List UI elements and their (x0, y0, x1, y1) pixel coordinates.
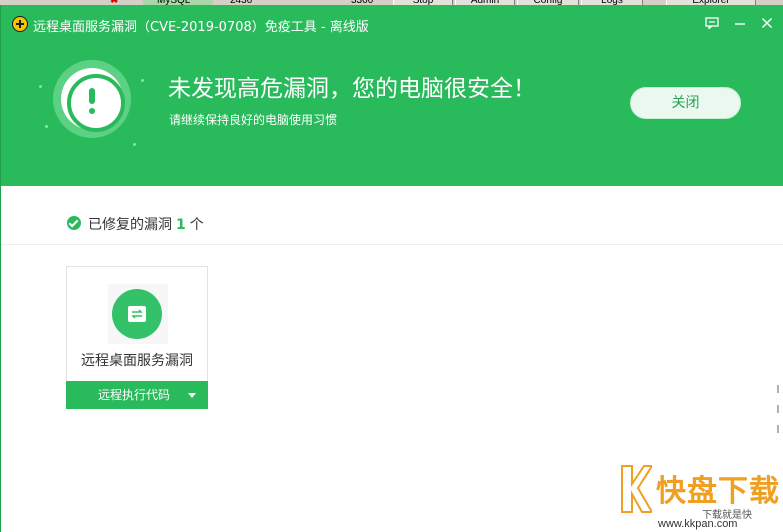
status-subline: 请继续保持良好的电脑使用习惯 (169, 113, 338, 127)
fixed-summary-text: 已修复的漏洞 1 个 (88, 214, 204, 234)
fixed-count: 1 (176, 217, 186, 233)
fixed-summary-row: 已修复的漏洞 1 个 (1, 205, 783, 245)
scroll-dash (777, 405, 779, 413)
chevron-down-icon (188, 393, 196, 398)
minimize-icon[interactable] (730, 14, 750, 32)
sparkle-decoration (133, 143, 136, 146)
scroll-dash (777, 385, 779, 393)
watermark-brand: 快盘下载 (656, 474, 780, 509)
fixed-summary-prefix: 已修复的漏洞 (88, 217, 172, 233)
kkpan-logo-icon (621, 465, 652, 513)
app-logo-icon (12, 16, 28, 32)
check-circle-icon (67, 216, 81, 230)
sparkle-decoration (39, 85, 42, 88)
feedback-icon[interactable] (702, 14, 722, 32)
vulnerability-action-label: 远程执行代码 (98, 388, 171, 402)
hero-banner: 远程桌面服务漏洞（CVE-2019-0708）免疫工具 - 离线版 未发现高危漏… (1, 5, 783, 186)
vulnerability-card-title: 远程桌面服务漏洞 (81, 353, 193, 369)
vulnerability-card[interactable]: 远程桌面服务漏洞 远程执行代码 (66, 266, 208, 409)
exclamation-shield-icon (53, 60, 131, 138)
right-edge-scroll-track (773, 5, 783, 532)
watermark-logo: 快盘下载 下载就是快 www.kkpan.com (618, 462, 783, 532)
sparkle-decoration (141, 79, 144, 82)
vulnerability-action-dropdown[interactable]: 远程执行代码 (66, 381, 208, 409)
fixed-summary-suffix: 个 (189, 217, 204, 233)
remote-desktop-icon (112, 289, 162, 339)
watermark-url: www.kkpan.com (658, 518, 738, 530)
status-headline: 未发现高危漏洞，您的电脑很安全！ (168, 76, 536, 102)
window-title: 远程桌面服务漏洞（CVE-2019-0708）免疫工具 - 离线版 (33, 20, 369, 35)
sparkle-decoration (45, 125, 48, 128)
scroll-dash (777, 425, 779, 433)
app-window: 远程桌面服务漏洞（CVE-2019-0708）免疫工具 - 离线版 未发现高危漏… (0, 5, 783, 532)
close-button[interactable]: 关闭 (630, 87, 741, 119)
title-bar: 远程桌面服务漏洞（CVE-2019-0708）免疫工具 - 离线版 (1, 5, 783, 41)
